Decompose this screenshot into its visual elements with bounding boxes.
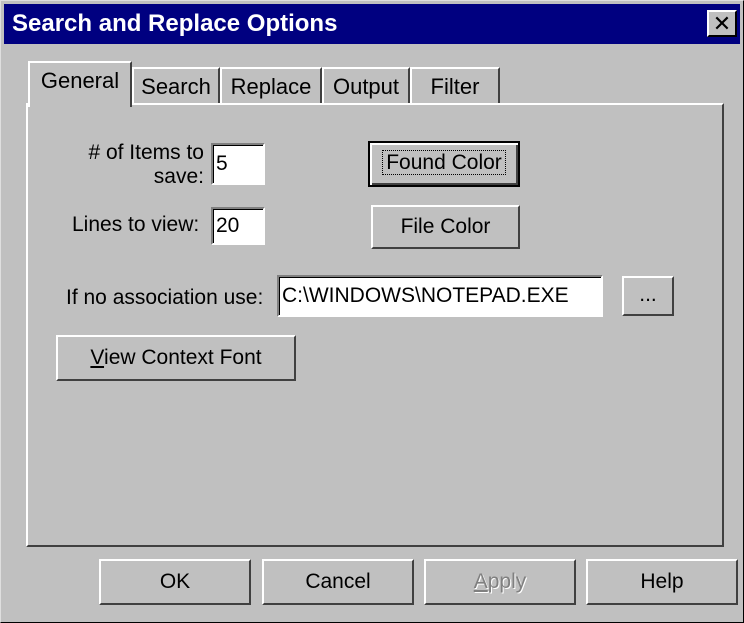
tab-panel-general: # of Items to save: 5 Lines to view: 20 … (26, 103, 724, 547)
view-context-font-button[interactable]: View Context Font (56, 335, 296, 381)
items-label-line2: save: (153, 165, 204, 188)
help-button[interactable]: Help (586, 559, 738, 605)
dialog-window: Search and Replace Options ✕ General Sea… (0, 0, 744, 623)
view-font-label: iew Context Font (104, 346, 262, 369)
cancel-label: Cancel (305, 570, 371, 593)
tab-replace[interactable]: Replace (220, 67, 322, 107)
tab-search[interactable]: Search (132, 67, 220, 107)
apply-button[interactable]: Apply (424, 559, 576, 605)
tab-label: General (40, 68, 120, 93)
found-color-label: Found Color (382, 150, 506, 175)
ok-button[interactable]: OK (99, 559, 251, 605)
association-path-field[interactable]: C:\WINDOWS\NOTEPAD.EXE (277, 275, 603, 317)
tab-label: Output (332, 74, 400, 99)
tab-filter[interactable]: Filter (410, 67, 500, 107)
apply-rest: pply (487, 570, 527, 593)
lines-to-view-label: Lines to view: (72, 213, 200, 236)
file-color-label: File Color (400, 215, 491, 238)
apply-mnemonic: A (473, 570, 488, 593)
items-label-line1: # of Items to (88, 141, 204, 164)
tab-label: Replace (230, 74, 312, 99)
association-label: If no association use: (66, 286, 264, 309)
ok-label: OK (159, 570, 191, 593)
title-bar[interactable]: Search and Replace Options ✕ (4, 4, 740, 44)
tab-output[interactable]: Output (322, 67, 410, 107)
tab-label: Search (141, 74, 211, 99)
browse-button[interactable]: ... (622, 276, 674, 316)
browse-label: ... (639, 283, 657, 306)
help-label: Help (640, 570, 684, 593)
tab-label: Filter (430, 74, 480, 99)
view-font-mnemonic: V (90, 346, 105, 369)
file-color-button[interactable]: File Color (371, 205, 520, 249)
window-title: Search and Replace Options (12, 10, 338, 37)
found-color-button[interactable]: Found Color (368, 141, 520, 187)
apply-label: Apply (474, 570, 527, 593)
close-icon: ✕ (712, 11, 732, 36)
close-button[interactable]: ✕ (707, 10, 737, 37)
tab-general[interactable]: General (28, 61, 132, 107)
items-to-save-label: # of Items to save: (86, 141, 204, 189)
items-to-save-field[interactable]: 5 (211, 143, 265, 185)
lines-to-view-field[interactable]: 20 (211, 207, 265, 245)
cancel-button[interactable]: Cancel (262, 559, 414, 605)
